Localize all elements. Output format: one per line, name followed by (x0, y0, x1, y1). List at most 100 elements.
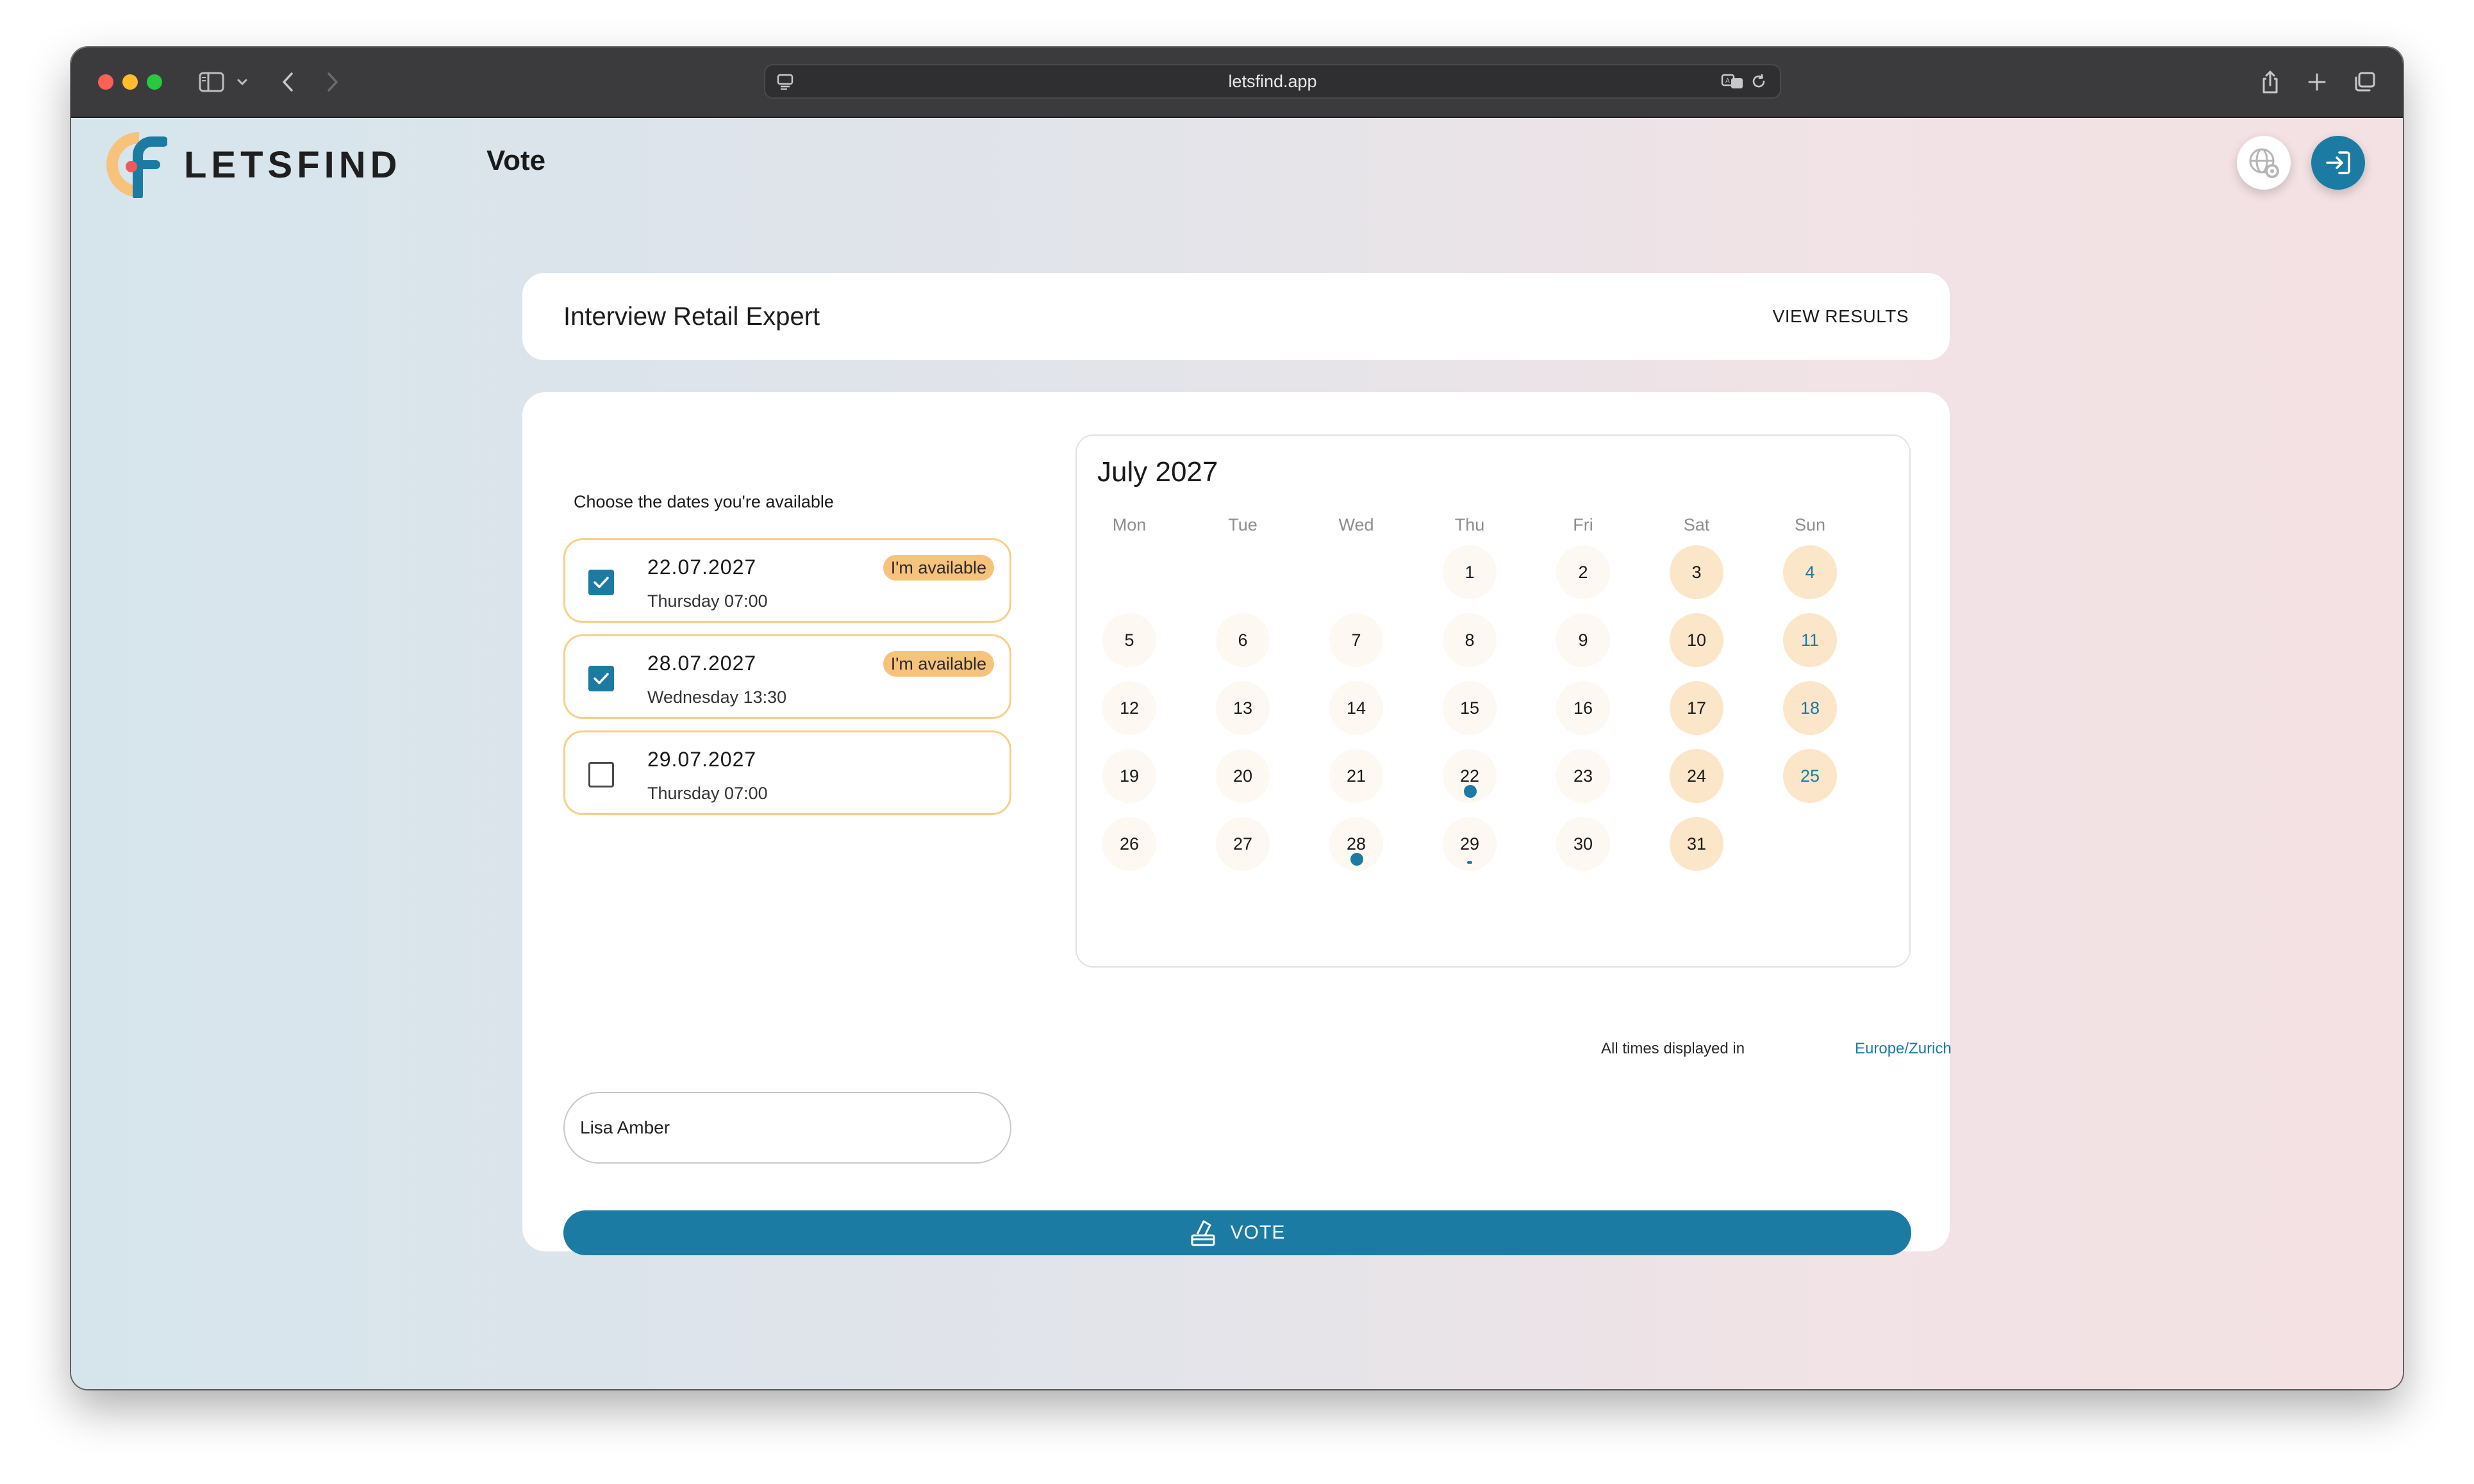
calendar-day-number: 24 (1686, 766, 1707, 786)
vote-button[interactable]: VOTE (563, 1210, 1911, 1255)
option-date: 22.07.2027 (647, 556, 757, 579)
ballot-box-icon (1191, 1220, 1215, 1246)
weekday-header: Thu (1454, 515, 1485, 534)
calendar-day[interactable]: 17 (1670, 681, 1723, 735)
sidebar-icon[interactable] (197, 65, 226, 99)
name-input[interactable] (563, 1092, 1011, 1164)
calendar-day[interactable]: 18 (1783, 681, 1837, 735)
translate-icon[interactable]: A (1720, 65, 1746, 97)
calendar-day-number: 18 (1800, 698, 1820, 718)
option-date-marker (1467, 861, 1472, 864)
month-calendar: July 2027 Mon Tue Wed Thu Fri Sat Sun 12345678… (1075, 434, 1911, 968)
calendar-day[interactable]: 22 (1443, 749, 1497, 803)
weekday-header: Mon (1112, 515, 1147, 534)
close-icon[interactable] (98, 74, 113, 90)
calendar-day-number: 2 (1578, 562, 1588, 582)
calendar-day[interactable]: 2 (1556, 545, 1610, 599)
weekday-header: Sat (1683, 515, 1710, 534)
forward-icon[interactable] (321, 65, 344, 99)
timezone-label: All times displayed in (1601, 1040, 1745, 1057)
checkbox-checked[interactable] (588, 570, 614, 595)
calendar-day[interactable]: 9 (1556, 613, 1610, 667)
brand-name: LETSFIND (184, 144, 402, 186)
calendar-day[interactable]: 10 (1670, 613, 1723, 667)
date-option[interactable]: 28.07.2027 Wednesday 13:30 I'm available (563, 634, 1011, 719)
calendar-day[interactable]: 7 (1329, 613, 1383, 667)
calendar-day[interactable]: 15 (1443, 681, 1497, 735)
calendar-day[interactable]: 16 (1556, 681, 1610, 735)
chevron-down-icon[interactable] (235, 65, 249, 99)
calendar-day-number: 10 (1686, 630, 1707, 650)
checkbox-unchecked[interactable] (588, 762, 614, 787)
language-settings-button[interactable] (2237, 136, 2291, 190)
page-title: Vote (486, 145, 546, 176)
zoom-icon[interactable] (147, 74, 162, 90)
browser-toolbar: letsfind.app A (71, 47, 2403, 118)
calendar-day-number: 11 (1800, 630, 1820, 650)
calendar-day[interactable]: 12 (1102, 681, 1156, 735)
calendar-day-number: 19 (1119, 766, 1140, 786)
checkbox-checked[interactable] (588, 666, 614, 691)
new-tab-icon[interactable] (2305, 65, 2329, 99)
calendar-day[interactable]: 6 (1216, 613, 1270, 667)
date-option[interactable]: 22.07.2027 Thursday 07:00 I'm available (563, 538, 1011, 623)
address-bar[interactable]: letsfind.app A (764, 64, 1781, 99)
calendar-day[interactable]: 30 (1556, 817, 1610, 871)
reload-icon[interactable] (1749, 65, 1768, 97)
language-settings-icon (2249, 148, 2279, 178)
calendar-day-number: 20 (1233, 766, 1253, 786)
calendar-day[interactable]: 25 (1783, 749, 1837, 803)
calendar-day-number: 3 (1691, 562, 1702, 582)
calendar-day[interactable]: 13 (1216, 681, 1270, 735)
vote-label: VOTE (1230, 1222, 1286, 1243)
login-button[interactable] (2311, 136, 2365, 190)
vote-card: Choose the dates you're available 22.07.… (522, 392, 1952, 1255)
url-text[interactable]: letsfind.app (765, 65, 1780, 97)
calendar-day[interactable]: 8 (1443, 613, 1497, 667)
calendar-day-number: 22 (1459, 766, 1480, 786)
option-time: Thursday 07:00 (647, 591, 768, 611)
calendar-day[interactable]: 26 (1102, 817, 1156, 871)
calendar-day[interactable]: 27 (1216, 817, 1270, 871)
calendar-day[interactable]: 3 (1670, 545, 1723, 599)
calendar-day[interactable]: 24 (1670, 749, 1723, 803)
calendar-day[interactable]: 14 (1329, 681, 1383, 735)
calendar-day-number: 4 (1805, 562, 1815, 582)
tab-overview-icon[interactable] (2352, 65, 2377, 99)
back-icon[interactable] (276, 65, 299, 99)
calendar-day-number: 29 (1459, 834, 1480, 853)
calendar-day-number: 7 (1351, 630, 1361, 650)
browser-window: letsfind.app A LETSFIND Vote Interview R… (71, 47, 2403, 1389)
letsfind-logo-icon (106, 132, 167, 198)
weekday-header: Wed (1338, 515, 1374, 534)
weekday-header: Sun (1794, 515, 1826, 534)
calendar-day[interactable]: 21 (1329, 749, 1383, 803)
check-icon (594, 673, 609, 684)
share-icon[interactable] (2259, 65, 2282, 99)
calendar-day-number: 16 (1573, 698, 1593, 718)
calendar-day[interactable]: 4 (1783, 545, 1837, 599)
available-badge: I'm available (883, 555, 994, 581)
calendar-day[interactable]: 29 (1443, 817, 1497, 871)
availability-prompt: Choose the dates you're available (574, 492, 834, 511)
calendar-day[interactable]: 11 (1783, 613, 1837, 667)
weekday-header: Tue (1228, 515, 1258, 534)
minimize-icon[interactable] (122, 74, 138, 90)
option-time: Thursday 07:00 (647, 784, 768, 803)
calendar-day[interactable]: 20 (1216, 749, 1270, 803)
calendar-day[interactable]: 5 (1102, 613, 1156, 667)
calendar-day[interactable]: 1 (1443, 545, 1497, 599)
brand-logo[interactable]: LETSFIND (106, 129, 402, 200)
calendar-day-number: 21 (1346, 766, 1366, 786)
date-option[interactable]: 29.07.2027 Thursday 07:00 (563, 730, 1011, 815)
timezone-link[interactable]: Europe/Zurich (1855, 1040, 1952, 1058)
calendar-day-number: 31 (1686, 834, 1707, 853)
calendar-day-number: 30 (1573, 834, 1593, 853)
calendar-title: July 2027 (1097, 456, 1218, 488)
calendar-day[interactable]: 31 (1670, 817, 1723, 871)
calendar-day-number: 25 (1800, 766, 1820, 786)
calendar-day[interactable]: 23 (1556, 749, 1610, 803)
calendar-day[interactable]: 19 (1102, 749, 1156, 803)
view-results-button[interactable]: VIEW RESULTS (1773, 273, 1909, 360)
calendar-day[interactable]: 28 (1329, 817, 1383, 871)
